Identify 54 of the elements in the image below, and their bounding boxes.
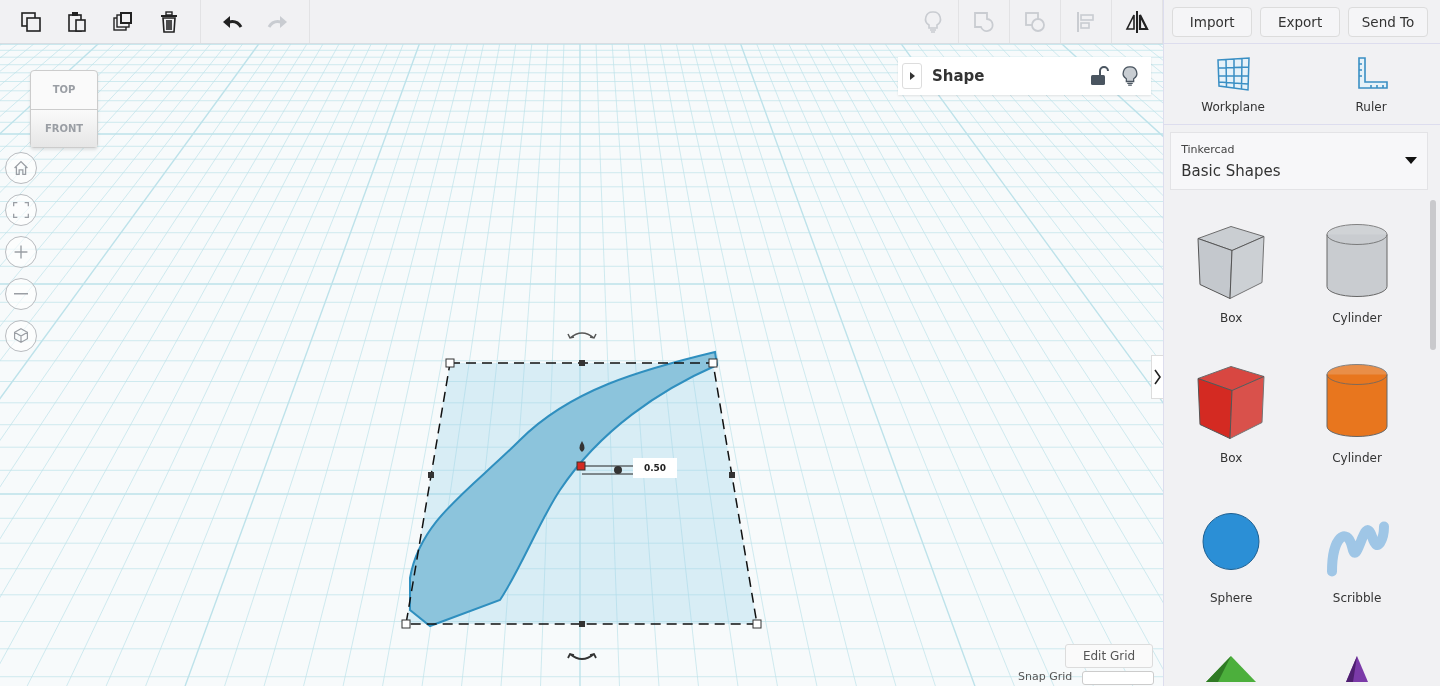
fit-button[interactable] (5, 194, 37, 226)
dimension-line (581, 465, 634, 475)
shape-tile[interactable]: Scribble (1294, 494, 1420, 634)
header-button[interactable]: Import (1172, 6, 1253, 37)
header-button[interactable]: Send To (1348, 6, 1428, 37)
header-button[interactable]: Export (1260, 6, 1341, 37)
shape-tile[interactable]: Box (1168, 214, 1295, 354)
edit-grid-button[interactable]: Edit Grid (1065, 644, 1153, 668)
side-handle[interactable] (579, 360, 585, 366)
workplane-button[interactable]: Workplane (1164, 44, 1303, 124)
pyramid-icon (1206, 656, 1257, 682)
mirror-icon (1125, 9, 1150, 34)
corner-handle[interactable] (445, 358, 455, 368)
side-handle[interactable] (428, 472, 434, 478)
origin-handle[interactable] (576, 461, 586, 471)
box-icon (1197, 366, 1265, 439)
corner-handle[interactable] (401, 619, 411, 629)
snap-grid-label: Snap Grid (1018, 670, 1073, 683)
corner-handle[interactable] (752, 619, 762, 629)
scribble-icon (1327, 521, 1390, 577)
sphere-icon (1202, 513, 1260, 570)
height-handle[interactable] (579, 441, 585, 452)
corner-handle[interactable] (708, 358, 718, 368)
copy-icon (19, 9, 43, 34)
ruler-button[interactable]: Ruler (1302, 44, 1440, 124)
shape-tile[interactable]: Cylinder (1294, 354, 1420, 494)
shape-tile[interactable]: Cylinder (1294, 214, 1420, 354)
side-handle[interactable] (579, 621, 585, 627)
library-dropdown[interactable]: Tinkercad Basic Shapes (1170, 132, 1428, 190)
caret-icon (1405, 157, 1417, 165)
home-button[interactable] (5, 152, 37, 184)
rotate-handle[interactable] (567, 653, 597, 660)
paste-icon (65, 9, 89, 34)
rotate-handle[interactable] (567, 332, 597, 339)
chevron-icon (1153, 369, 1162, 385)
inspector-title: Shape (932, 67, 986, 85)
group-icon (972, 9, 997, 34)
side-handle[interactable] (729, 472, 735, 478)
caret-icon (908, 72, 916, 80)
cylinder-icon (1326, 364, 1388, 437)
box-icon (1197, 226, 1265, 299)
expand-button[interactable] (902, 63, 922, 89)
duplicate-icon (111, 9, 135, 34)
dimension-value[interactable]: 0.50 (633, 458, 677, 478)
collapse-panel-button[interactable] (1151, 355, 1164, 399)
ungroup-icon (1023, 9, 1048, 34)
snap-grid-field[interactable] (1082, 671, 1154, 685)
shape-tile[interactable]: Sphere (1168, 494, 1295, 634)
cone-icon (1346, 656, 1369, 682)
perspective-button[interactable] (5, 320, 37, 352)
shape-tile[interactable]: Box (1168, 354, 1295, 494)
scrollbar[interactable] (1430, 200, 1436, 350)
fit-icon (10, 199, 32, 221)
cylinder-icon (1326, 224, 1388, 297)
